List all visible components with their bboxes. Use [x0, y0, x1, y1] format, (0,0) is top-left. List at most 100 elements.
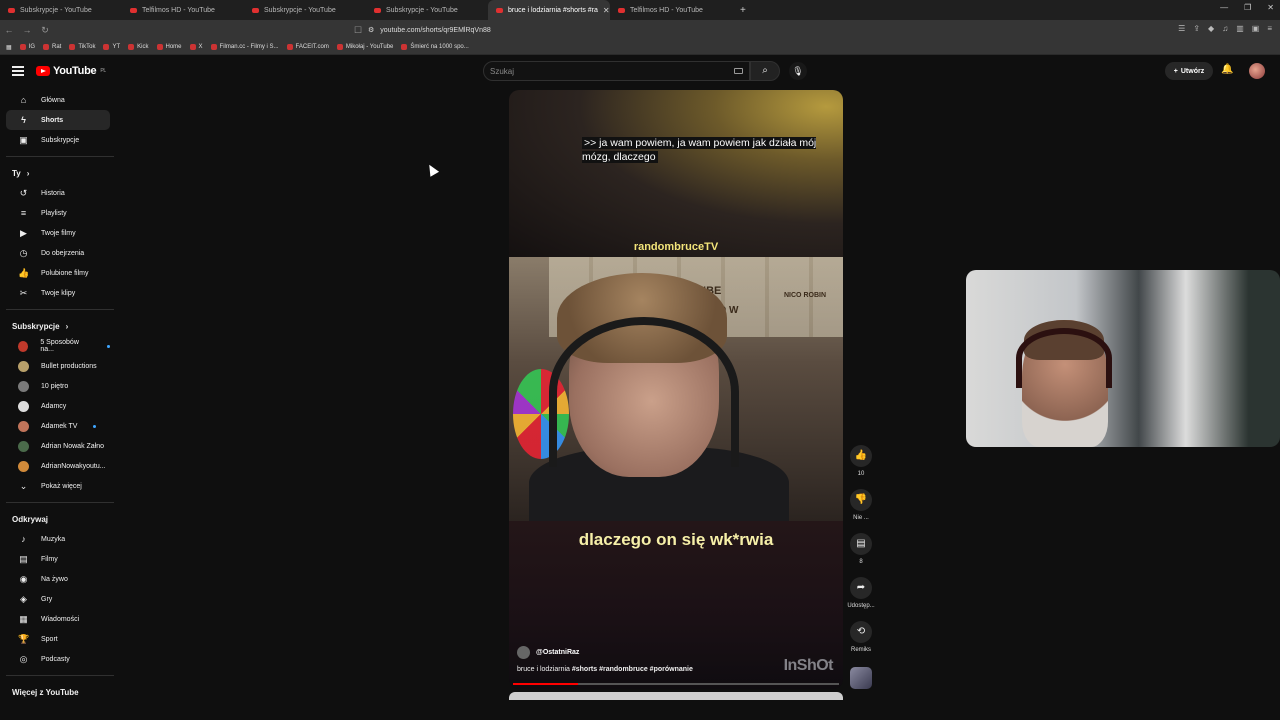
bookmark-favicon-icon: [156, 44, 163, 50]
create-button[interactable]: + Utwórz: [1165, 62, 1213, 80]
wallet-icon[interactable]: ▣: [1252, 24, 1260, 33]
subscription-item[interactable]: Adamcy: [6, 396, 110, 416]
sidebar-item-playlists[interactable]: ≡ Playlisty: [6, 203, 110, 223]
sidebar-item-music[interactable]: ♪ Muzyka: [6, 529, 110, 549]
sound-thumbnail[interactable]: [850, 667, 872, 689]
tab-title: Subskrypcje - YouTube: [386, 6, 458, 14]
subscription-item[interactable]: Adrian Nowak Załno: [6, 436, 110, 456]
account-avatar[interactable]: [1249, 63, 1265, 79]
subscription-item[interactable]: 10 piętro: [6, 376, 110, 396]
dislike-action[interactable]: 👎 Nie ...: [843, 489, 879, 533]
sidebar-item-your-videos[interactable]: ▶ Twoje filmy: [6, 223, 110, 243]
youtube-logo[interactable]: YouTube PL: [36, 65, 106, 77]
sidebar-item-clips[interactable]: ✂ Twoje klipy: [6, 283, 110, 303]
browser-tab[interactable]: Subskrypcje - YouTube: [0, 0, 122, 20]
bookmark[interactable]: YT: [103, 44, 120, 50]
bookmark[interactable]: FACEIT.com: [286, 44, 329, 50]
comment-icon[interactable]: ▤: [850, 533, 872, 555]
bookmark[interactable]: Kick: [128, 44, 149, 50]
url-field[interactable]: ⚙ youtube.com/shorts/qr9EMlRqVn88: [368, 23, 836, 37]
bookmark-favicon-icon: [286, 44, 293, 50]
browser-tab[interactable]: Subskrypcje - YouTube: [366, 0, 488, 20]
comments-action[interactable]: ▤ 8: [843, 533, 879, 577]
youtube-play-icon: [36, 66, 50, 76]
keyboard-icon[interactable]: [734, 68, 743, 74]
browser-tab-active[interactable]: bruce i lodziarnia #shorts #ra ✕: [488, 0, 610, 20]
next-short-preview[interactable]: [509, 692, 843, 700]
apps-grid-icon[interactable]: ▦: [6, 44, 12, 51]
plus-icon: +: [1173, 67, 1178, 75]
sidebar-item-live[interactable]: ◉ Na żywo: [6, 569, 110, 589]
browser-tab[interactable]: Telfilmos HD - YouTube: [610, 0, 732, 20]
channel-avatar: [18, 440, 29, 452]
minimize-icon[interactable]: —: [1220, 3, 1228, 12]
subscription-item[interactable]: Adamek TV: [6, 416, 110, 436]
restore-icon[interactable]: ❐: [1244, 3, 1251, 12]
bookmark[interactable]: Home: [156, 44, 182, 50]
sidebar-toggle-icon[interactable]: ▥: [1236, 24, 1244, 33]
browser-tab[interactable]: Subskrypcje - YouTube: [244, 0, 366, 20]
music-icon: ♪: [21, 534, 26, 544]
browser-tab[interactable]: Telfilmos HD - YouTube: [122, 0, 244, 20]
like-action[interactable]: 👍 10: [843, 445, 879, 489]
subscription-item[interactable]: Bullet productions: [6, 356, 110, 376]
channel-row[interactable]: @OstatniRaz: [517, 646, 579, 659]
bookmark[interactable]: Mikołaj - YouTube: [336, 44, 393, 50]
bookmark[interactable]: Filman.cc - Filmy i S...: [210, 44, 279, 50]
shield-icon[interactable]: ◆: [1208, 24, 1214, 33]
reload-icon[interactable]: ↻: [36, 25, 54, 36]
watch-later-icon: ◷: [19, 247, 28, 258]
bookmark-page-icon[interactable]: ☐: [349, 25, 367, 36]
sidebar-item-gaming[interactable]: ◈ Gry: [6, 589, 110, 609]
sidebar-item-films[interactable]: ▤ Filmy: [6, 549, 110, 569]
sidebar-item-sport[interactable]: 🏆 Sport: [6, 629, 110, 649]
share-icon[interactable]: ➦: [850, 577, 872, 599]
remix-icon[interactable]: ⟲: [850, 621, 872, 643]
microphone-icon: 🎙: [792, 66, 804, 76]
back-icon[interactable]: ←: [0, 25, 18, 35]
title-text: bruce i lodziarnia: [517, 666, 572, 673]
channel-name[interactable]: @OstatniRaz: [536, 649, 579, 656]
thumbs-down-icon[interactable]: 👎: [850, 489, 872, 511]
hamburger-menu-icon[interactable]: [12, 66, 24, 76]
music-control-icon[interactable]: ♫: [1222, 24, 1228, 33]
share-page-icon[interactable]: ⇪: [1193, 24, 1200, 33]
sidebar-heading-subscriptions[interactable]: Subskrypcje ›: [0, 316, 116, 336]
subscription-item[interactable]: AdrianNowakyoutu...: [6, 456, 110, 476]
sidebar-item-history[interactable]: ↺ Historia: [6, 183, 110, 203]
share-action[interactable]: ➦ Udostęp...: [843, 577, 879, 621]
bookmark[interactable]: Śmierć na 1000 spo...: [401, 44, 469, 50]
forward-icon[interactable]: →: [18, 25, 36, 35]
sidebar-item-shorts[interactable]: ϟ Shorts: [6, 110, 110, 130]
bookmark[interactable]: TikTok: [69, 44, 95, 50]
bookmark[interactable]: X: [189, 44, 203, 50]
new-tab-icon[interactable]: +: [740, 5, 746, 16]
voice-search-button[interactable]: 🎙: [789, 62, 807, 80]
close-tab-icon[interactable]: ✕: [603, 6, 610, 15]
sidebar-item-news[interactable]: ▦ Wiadomości: [6, 609, 110, 629]
notifications-bell-icon[interactable]: 🔔: [1221, 64, 1233, 75]
show-more-button[interactable]: ⌄ Pokaż więcej: [6, 476, 110, 496]
subscription-item[interactable]: 5 Sposobów na...: [6, 336, 110, 356]
menu-icon[interactable]: ≡: [1267, 24, 1272, 33]
remix-action[interactable]: ⟲ Remiks: [843, 621, 879, 665]
bookmark[interactable]: IG: [19, 44, 35, 50]
extension-icon[interactable]: ☰: [1178, 24, 1185, 33]
sidebar-item-podcasts[interactable]: ◎ Podcasty: [6, 649, 110, 669]
sidebar-item-label: Pokaż więcej: [41, 482, 82, 490]
progress-bar[interactable]: [513, 683, 839, 685]
sidebar-item-home[interactable]: ⌂ Główna: [6, 90, 110, 110]
bookmark[interactable]: Rat: [43, 44, 61, 50]
thumbs-up-icon[interactable]: 👍: [850, 445, 872, 467]
site-info-icon[interactable]: ⚙: [368, 26, 374, 34]
shorts-player[interactable]: >> ja wam powiem, ja wam powiem jak dzia…: [509, 90, 843, 689]
sidebar-heading-you[interactable]: Ty ›: [0, 163, 116, 183]
hashtags[interactable]: #shorts #randombruce #porównanie: [572, 666, 693, 673]
sidebar-item-subscriptions[interactable]: ▣ Subskrypcje: [6, 130, 110, 150]
search-input[interactable]: Szukaj: [483, 61, 750, 81]
sidebar-item-watch-later[interactable]: ◷ Do obejrzenia: [6, 243, 110, 263]
sidebar-item-liked[interactable]: 👍 Polubione filmy: [6, 263, 110, 283]
close-window-icon[interactable]: ✕: [1267, 3, 1274, 12]
channel-avatar[interactable]: [517, 646, 530, 659]
search-button[interactable]: ⌕: [750, 61, 780, 81]
